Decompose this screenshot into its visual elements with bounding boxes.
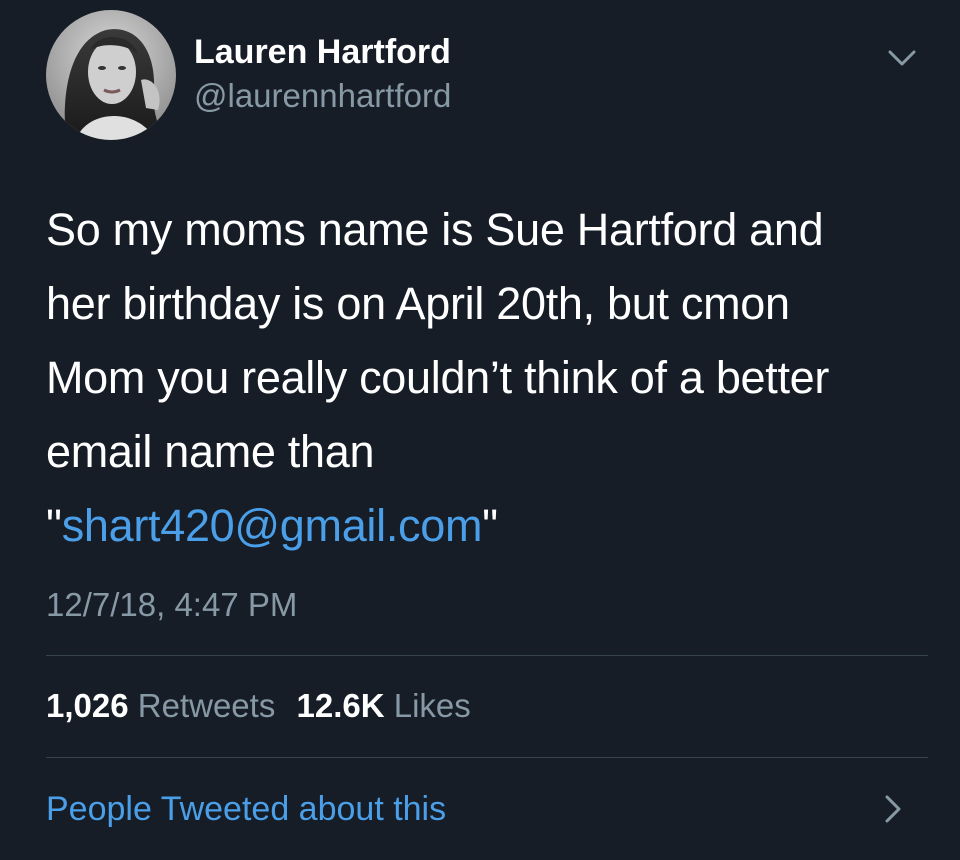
author-display-name[interactable]: Lauren Hartford [194, 32, 451, 72]
tweet-text-line: "shart420@gmail.com" [46, 489, 926, 563]
tweet-text-line: Mom you really couldn’t think of a bette… [46, 352, 830, 403]
chevron-right-icon [885, 795, 901, 823]
tweet-timestamp: 12/7/18, 4:47 PM [46, 586, 298, 623]
retweets-stat[interactable]: 1,026 Retweets [46, 687, 275, 724]
author-handle[interactable]: @laurennhartford [194, 76, 451, 116]
tweet-stats: 1,026 Retweets 12.6K Likes [46, 684, 483, 728]
retweets-count: 1,026 [46, 687, 129, 724]
chevron-down-icon [888, 50, 916, 66]
divider [46, 757, 928, 758]
tweet-text-line: email name than [46, 426, 375, 477]
tweet-text: So my moms name is Sue Hartford and her … [46, 193, 926, 563]
people-tweeted-label: People Tweeted about this [46, 790, 447, 828]
email-link[interactable]: shart420@gmail.com [62, 500, 483, 551]
likes-label: Likes [393, 687, 471, 724]
quote-open: " [46, 500, 62, 551]
tweet-detail: Lauren Hartford @laurennhartford So my m… [0, 0, 960, 860]
people-tweeted-row[interactable]: People Tweeted about this [46, 786, 926, 832]
avatar-photo [46, 10, 176, 140]
tweet-text-line: So my moms name is Sue Hartford and [46, 204, 824, 255]
avatar[interactable] [46, 10, 176, 140]
divider [46, 655, 928, 656]
likes-count: 12.6K [296, 687, 385, 724]
tweet-menu-button[interactable] [880, 44, 924, 74]
tweet-text-line: her birthday is on April 20th, but cmon [46, 278, 790, 329]
retweets-label: Retweets [137, 687, 276, 724]
quote-close: " [482, 500, 498, 551]
likes-stat[interactable]: 12.6K Likes [297, 687, 471, 724]
